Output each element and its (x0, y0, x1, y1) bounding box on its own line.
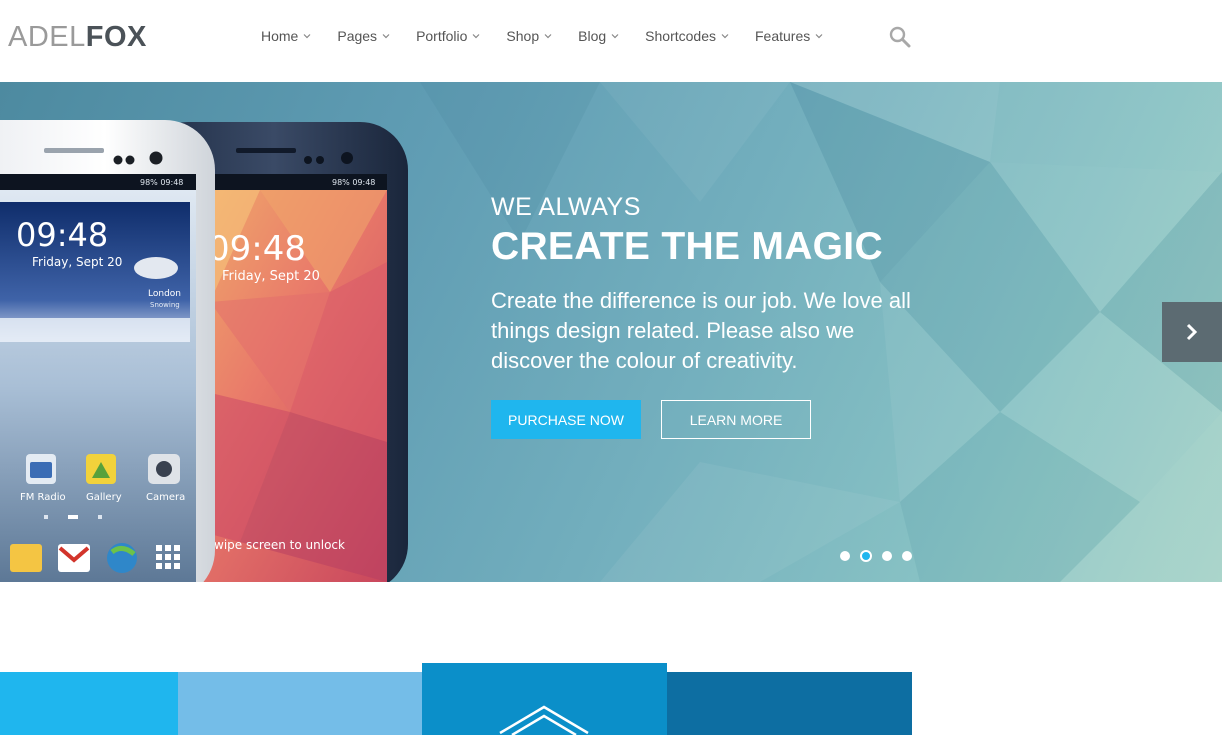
feature-tile-4[interactable] (667, 672, 912, 735)
nav-item-portfolio[interactable]: Portfolio (416, 26, 481, 46)
status-text: 98% 09:48 (332, 178, 375, 187)
nav-label: Shop (506, 28, 540, 44)
nav-item-shortcodes[interactable]: Shortcodes (645, 26, 730, 46)
lock-date-dark: Friday, Sept 20 (222, 269, 320, 284)
unlock-hint: wipe screen to unlock (214, 538, 345, 552)
svg-text:98% 09:48: 98% 09:48 (140, 178, 183, 187)
hero-description: Create the difference is our job. We lov… (491, 288, 911, 373)
weather-status: Snowing (150, 301, 180, 309)
weather-city: London (148, 289, 181, 299)
nav-item-home[interactable]: Home (261, 26, 312, 46)
slider-dot-1[interactable] (840, 551, 850, 561)
phones-illustration: 98% 09:48 09:48 Friday, Sept 20 wipe scr… (0, 120, 408, 582)
learn-more-button[interactable]: LEARN MORE (661, 400, 811, 439)
lock-time-dark: 09:48 (208, 229, 306, 269)
main-nav: Home Pages Portfolio Shop Blog Shortcode… (261, 26, 849, 46)
nav-item-features[interactable]: Features (755, 26, 824, 46)
nav-item-pages[interactable]: Pages (337, 26, 391, 46)
lock-time-white: 09:48 (16, 216, 108, 254)
site-header: ADELFOX Home Pages Portfolio Shop Blog S… (0, 0, 1222, 82)
chevron-down-icon (611, 34, 619, 39)
hero-copy: WE ALWAYS CREATE THE MAGIC Create the di… (491, 192, 911, 376)
hero-eyebrow: WE ALWAYS (491, 193, 641, 221)
slider-next-button[interactable] (1162, 302, 1222, 362)
hexagon-icon (499, 705, 589, 735)
nav-label: Portfolio (416, 28, 468, 44)
nav-item-shop[interactable]: Shop (506, 26, 553, 46)
nav-label: Features (754, 28, 811, 44)
hero-slider: 98% 09:48 09:48 Friday, Sept 20 wipe scr… (0, 82, 1222, 582)
chevron-down-icon (544, 34, 552, 39)
app-label-camera: Camera (146, 492, 185, 503)
hero-buttons: PURCHASE NOW LEARN MORE (491, 400, 811, 439)
feature-tile-3[interactable] (422, 663, 667, 735)
lock-date-white: Friday, Sept 20 (32, 255, 122, 269)
site-logo[interactable]: ADELFOX (8, 21, 147, 53)
nav-label: Pages (337, 28, 378, 44)
search-icon[interactable] (889, 26, 911, 48)
app-label-gallery: Gallery (86, 492, 122, 503)
slider-dot-3[interactable] (882, 551, 892, 561)
purchase-now-button[interactable]: PURCHASE NOW (491, 400, 641, 439)
feature-tile-2[interactable] (178, 672, 422, 735)
slider-pagination (840, 550, 922, 562)
logo-bold-text: FOX (85, 21, 147, 53)
chevron-right-icon (1186, 323, 1198, 341)
nav-item-blog[interactable]: Blog (578, 26, 620, 46)
chevron-down-icon (472, 34, 480, 39)
nav-label: Blog (578, 28, 607, 44)
nav-label: Shortcodes (645, 28, 716, 44)
chevron-down-icon (815, 34, 823, 39)
feature-tile-1[interactable] (0, 672, 178, 735)
hero-headline: CREATE THE MAGIC (491, 225, 883, 268)
slider-dot-4[interactable] (902, 551, 912, 561)
slider-dot-2[interactable] (860, 550, 872, 562)
nav-label: Home (261, 28, 299, 44)
logo-light-text: ADEL (8, 21, 86, 53)
feature-tiles (0, 663, 912, 735)
chevron-down-icon (303, 34, 311, 39)
app-label-fm-radio: FM Radio (20, 492, 66, 503)
chevron-down-icon (721, 34, 729, 39)
chevron-down-icon (382, 34, 390, 39)
